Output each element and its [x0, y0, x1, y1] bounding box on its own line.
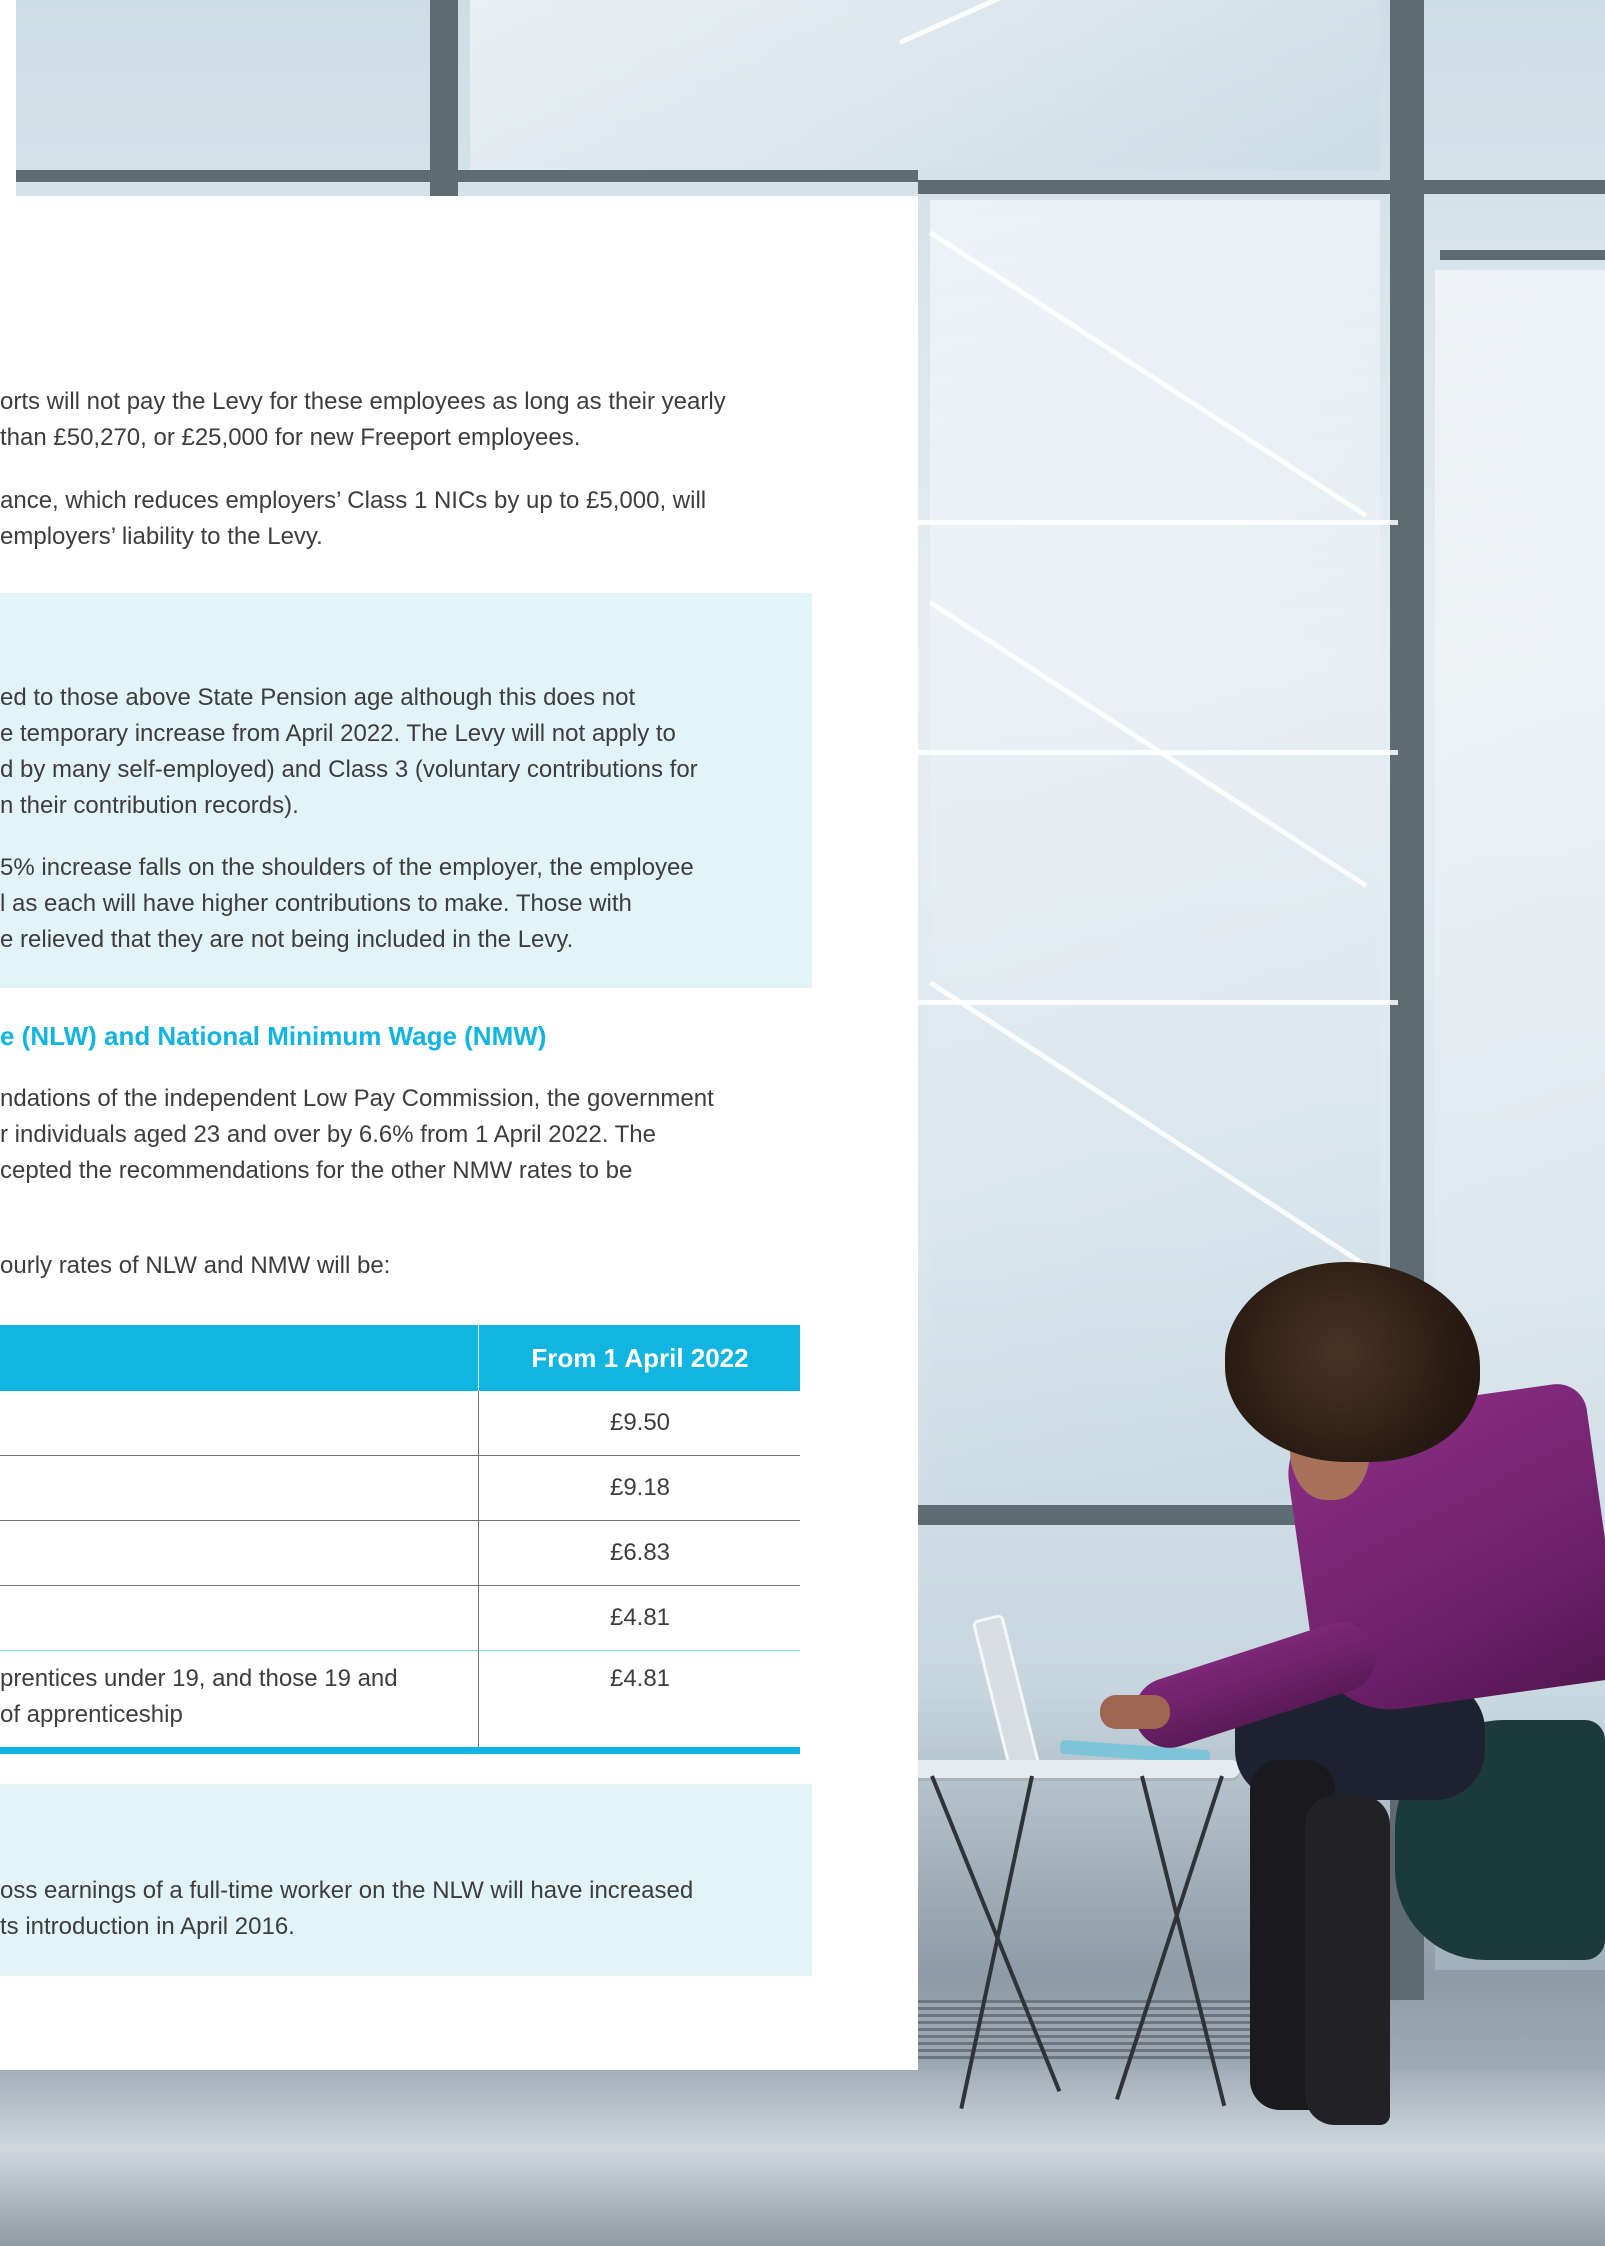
intro-line: orts will not pay the Levy for these emp… [0, 388, 726, 415]
card-top-edge [0, 0, 16, 196]
table-cell-value: £4.81 [478, 1586, 801, 1650]
info-box-line: n their contribution records). [0, 792, 299, 819]
window-frame [0, 170, 918, 182]
info-box-line: ed to those above State Pension age alth… [0, 684, 636, 711]
table-row: £9.18 [0, 1456, 800, 1521]
info-box-line: e relieved that they are not being inclu… [0, 926, 574, 953]
table-cell-value: £9.18 [478, 1456, 801, 1520]
hand [1100, 1695, 1170, 1729]
table-header-cell: From 1 April 2022 [478, 1325, 801, 1391]
table-bottom-rule [0, 1747, 800, 1754]
boot [1305, 1795, 1390, 2125]
section-line: r individuals aged 23 and over by 6.6% f… [0, 1121, 656, 1148]
table-header: From 1 April 2022 [0, 1325, 800, 1391]
window-frame [1440, 250, 1605, 260]
stair-railing [918, 520, 1398, 525]
info-box-line: e temporary increase from April 2022. Th… [0, 720, 676, 747]
info-box-line: l as each will have higher contributions… [0, 890, 632, 917]
side-table [910, 1760, 1240, 1778]
section-line: ndations of the independent Low Pay Comm… [0, 1085, 714, 1112]
window-frame [918, 180, 1605, 194]
info-box-line: d by many self-employed) and Class 3 (vo… [0, 756, 698, 783]
table-row: £9.50 [0, 1391, 800, 1456]
section-line: cepted the recommendations for the other… [0, 1157, 633, 1184]
table-cell-label-line: of apprenticeship [0, 1701, 183, 1728]
table-row: £6.83 [0, 1521, 800, 1586]
table-row: prentices under 19, and those 19 and of … [0, 1651, 800, 1747]
content-card: orts will not pay the Levy for these emp… [0, 196, 918, 2070]
window-pane [470, 0, 1380, 170]
tablet [971, 1613, 1041, 1773]
table-cell-label-line: prentices under 19, and those 19 and [0, 1665, 398, 1692]
table-cell-value: £9.50 [478, 1391, 801, 1455]
intro-line: ance, which reduces employers’ Class 1 N… [0, 487, 707, 514]
info-box-line: oss earnings of a full-time worker on th… [0, 1877, 694, 1904]
table-cell-value: £6.83 [478, 1521, 801, 1585]
stair-railing [918, 1000, 1398, 1005]
table-cell-value: £4.81 [478, 1651, 801, 1747]
section-heading: e (NLW) and National Minimum Wage (NMW) [0, 1021, 547, 1051]
rates-table: From 1 April 2022 £9.50 £9.18 £6.83 £4.8… [0, 1325, 800, 1754]
table-row: £4.81 [0, 1586, 800, 1651]
info-box-line: ts introduction in April 2016. [0, 1913, 295, 1940]
info-box-line: 5% increase falls on the shoulders of th… [0, 854, 694, 881]
intro-line: employers’ liability to the Levy. [0, 523, 323, 550]
section-line: ourly rates of NLW and NMW will be: [0, 1252, 391, 1279]
intro-line: than £50,270, or £25,000 for new Freepor… [0, 424, 581, 451]
